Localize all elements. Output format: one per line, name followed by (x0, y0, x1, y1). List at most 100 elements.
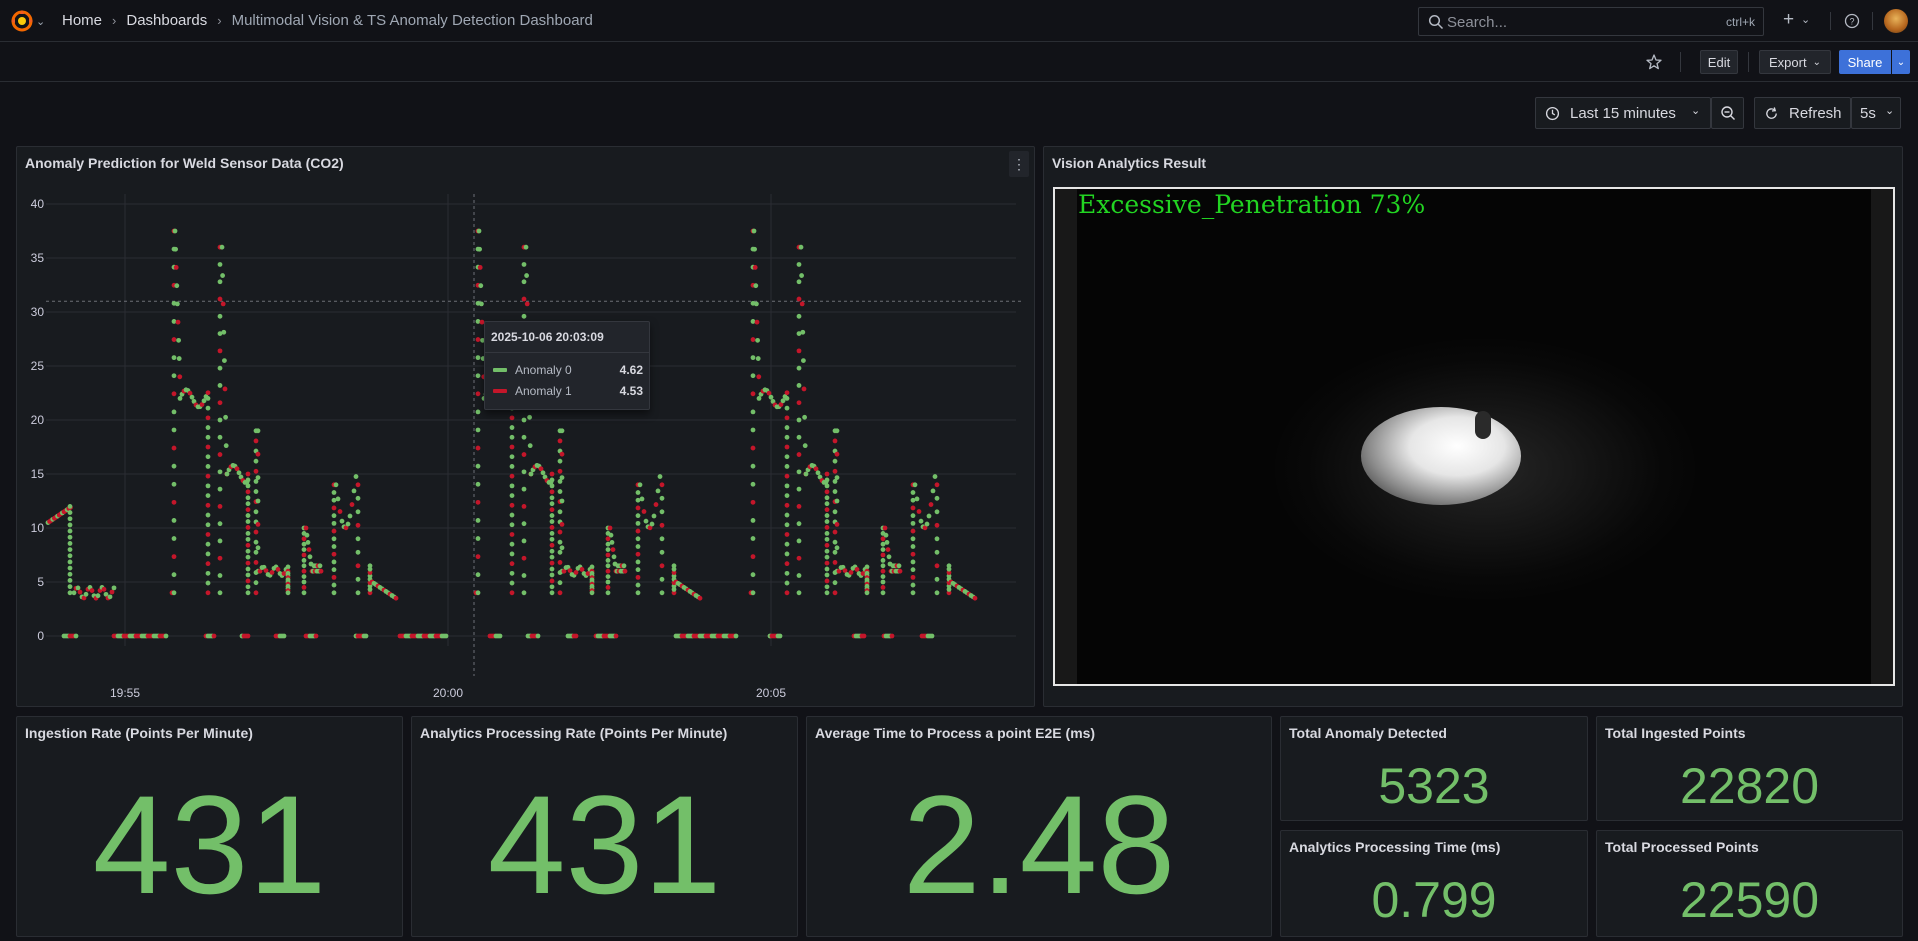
export-button[interactable]: Export ⌄ (1759, 50, 1831, 74)
data-point (832, 458, 838, 464)
time-range-picker[interactable]: Last 15 minutes ⌄ (1535, 97, 1711, 129)
data-point (784, 561, 790, 567)
data-point (521, 417, 527, 423)
data-point (509, 551, 515, 557)
star-icon[interactable] (1645, 53, 1663, 71)
breadcrumb-home[interactable]: Home (62, 12, 102, 29)
data-point (910, 559, 916, 565)
data-point (796, 262, 802, 267)
data-point (824, 536, 830, 542)
share-dropdown-button[interactable]: ⌄ (1892, 50, 1910, 74)
weld-electrode (1475, 411, 1491, 439)
data-point (509, 570, 515, 576)
data-point (796, 417, 802, 423)
data-point (832, 539, 838, 545)
data-point (824, 513, 830, 518)
data-point (796, 296, 802, 302)
total-ingested-panel: Total Ingested Points 22820 (1596, 716, 1903, 821)
tooltip-series-name: Anomaly 1 (515, 384, 572, 398)
data-point (557, 539, 563, 545)
data-point (605, 558, 611, 563)
data-point (339, 518, 345, 524)
data-point (784, 502, 790, 508)
data-point (253, 438, 259, 444)
data-point (884, 540, 890, 545)
data-point (549, 471, 555, 477)
share-button[interactable]: Share (1839, 50, 1891, 74)
panel-title: Analytics Processing Rate (Points Per Mi… (420, 725, 728, 741)
refresh-interval-picker[interactable]: 5s ⌄ (1851, 97, 1901, 129)
data-point (509, 454, 515, 460)
y-tick-label: 0 (37, 629, 44, 643)
stat-value: 22590 (1679, 872, 1820, 928)
breadcrumb-dashboards[interactable]: Dashboards (126, 12, 207, 29)
y-tick-label: 25 (31, 359, 45, 373)
data-point (509, 473, 515, 479)
data-point (171, 536, 177, 541)
data-point (301, 579, 307, 585)
refresh-button[interactable]: Refresh (1754, 97, 1851, 129)
edit-button[interactable]: Edit (1700, 50, 1738, 74)
data-point (245, 584, 251, 590)
data-point (573, 633, 579, 639)
data-point (331, 574, 337, 580)
data-point (245, 542, 251, 548)
data-point (549, 566, 555, 572)
data-point (535, 633, 541, 639)
data-point (697, 595, 703, 601)
total-processed-panel: Total Processed Points 22590 (1596, 830, 1903, 937)
data-point (509, 483, 515, 489)
grafana-logo-icon[interactable] (10, 9, 34, 33)
search-input[interactable]: Search... ctrl+k (1418, 7, 1764, 36)
data-point (523, 244, 529, 250)
data-point (559, 451, 565, 457)
data-point (910, 590, 916, 596)
data-point (605, 568, 611, 574)
data-point (205, 390, 211, 396)
data-point (559, 498, 565, 504)
data-point (549, 536, 555, 542)
stat-value: 431 (92, 766, 327, 923)
data-point (832, 529, 838, 535)
data-point (245, 501, 251, 507)
data-point (637, 482, 643, 488)
data-point (223, 414, 229, 420)
data-point (755, 337, 760, 343)
data-point (784, 551, 790, 557)
data-point (245, 477, 251, 483)
data-point (605, 585, 611, 590)
zoom-out-button[interactable] (1711, 97, 1744, 129)
anomaly-chart[interactable]: 0 5 10 15 20 25 30 35 40 19:55 20:00 20:05 (16, 146, 1035, 707)
data-point (475, 319, 481, 324)
data-point (605, 579, 611, 585)
data-point (331, 567, 337, 573)
user-avatar[interactable] (1884, 9, 1908, 33)
menu-chevron-down-icon[interactable]: ⌄ (36, 15, 45, 28)
data-point (540, 470, 546, 476)
data-point (245, 590, 251, 596)
data-point (557, 509, 563, 515)
data-point (549, 477, 555, 483)
data-point (205, 532, 211, 537)
data-point (281, 633, 287, 639)
data-point (880, 585, 886, 590)
data-point (67, 516, 73, 522)
help-icon[interactable]: ? (1844, 13, 1860, 29)
chevron-down-icon[interactable]: ⌄ (1801, 13, 1810, 26)
data-point (768, 394, 774, 400)
refresh-icon (1766, 107, 1777, 119)
data-point (189, 394, 195, 400)
data-point (934, 549, 940, 555)
data-point (171, 409, 177, 415)
data-point (824, 548, 830, 554)
data-point (750, 572, 756, 578)
plus-icon[interactable]: + (1783, 9, 1794, 31)
refresh-label: Refresh (1789, 105, 1842, 122)
data-point (796, 383, 802, 388)
data-point (524, 273, 529, 278)
data-point (750, 445, 756, 451)
divider (485, 352, 649, 353)
data-point (509, 415, 515, 421)
data-point (301, 563, 307, 569)
data-point (754, 301, 759, 307)
